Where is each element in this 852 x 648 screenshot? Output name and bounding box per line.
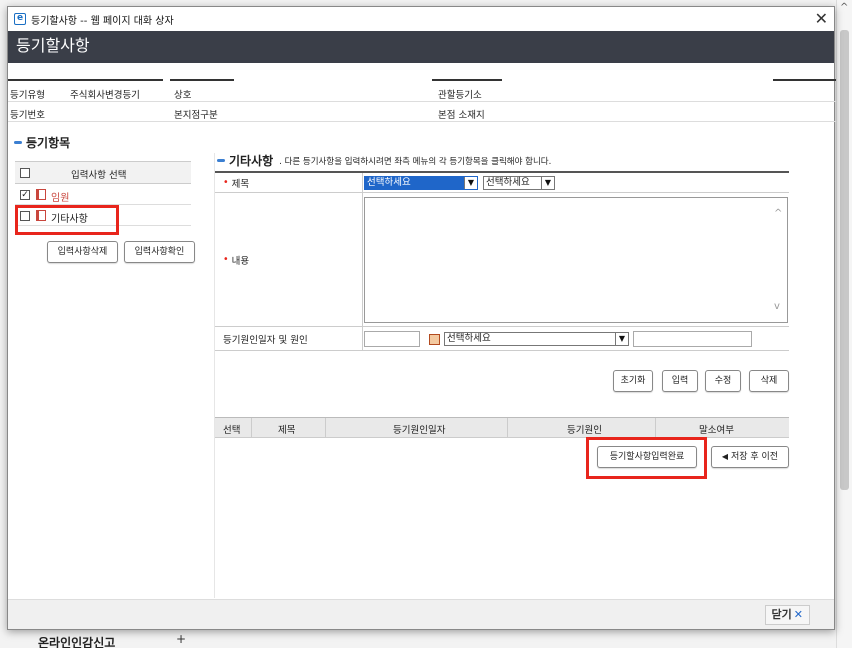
section-title-text: 등기항목 — [26, 136, 71, 150]
content-row: • 내용 ^ v — [215, 193, 789, 327]
page-title: 등기할사항 — [16, 36, 90, 55]
scroll-thumb[interactable] — [840, 30, 849, 490]
divider — [8, 79, 163, 81]
divider — [325, 418, 326, 438]
save-prev-button[interactable]: ◀ 저장 후 이전 — [711, 446, 789, 468]
field-label: 등기원인일자 및 원인 — [215, 327, 363, 350]
cause-select[interactable]: 선택하세요 ▼ — [444, 332, 629, 346]
divider — [655, 418, 656, 438]
result-grid-header: 선택 제목 등기원인일자 등기원인 말소여부 — [215, 417, 789, 438]
info-label: 본지점구분 — [174, 110, 218, 121]
background-menu-item[interactable]: 온라인인감신고 — [38, 634, 115, 648]
info-row: 등기번호 본지점구분 본점 소재지 — [8, 102, 836, 122]
chevron-down-icon[interactable]: ▼ — [541, 177, 554, 189]
content-textarea[interactable]: ^ v — [364, 197, 788, 323]
column-header: 제목 — [278, 425, 296, 436]
close-button[interactable]: 닫기 ✕ — [764, 605, 810, 625]
column-header: 등기원인 — [567, 425, 602, 436]
save-prev-label: 저장 후 이전 — [730, 452, 779, 462]
calendar-icon[interactable] — [429, 334, 440, 345]
registration-info: 등기유형 주식회사변경등기 상호 관할등기소 등기번호 본지점구분 본점 소재지 — [8, 79, 836, 122]
divider — [773, 79, 836, 81]
info-label: 등기유형 — [10, 90, 45, 101]
section-title-text: 기타사항 — [229, 154, 274, 168]
info-row: 등기유형 주식회사변경등기 상호 관할등기소 — [8, 82, 836, 102]
delete-button[interactable]: 삭제 — [749, 370, 789, 392]
left-panel: 등기항목 입력사항 선택 ✓ 임원 기타사항 입력사항삭제 입력사항확인 — [8, 133, 213, 598]
info-label: 관할등기소 — [438, 90, 482, 101]
cause-date-input[interactable] — [364, 331, 420, 347]
cause-row: 등기원인일자 및 원인 선택하세요 ▼ — [215, 327, 789, 351]
title-row: • 제목 선택하세요 ▼ 선택하세요 ▼ — [215, 171, 789, 193]
scroll-up-icon[interactable]: ^ — [840, 2, 848, 13]
close-icon: ✕ — [793, 608, 803, 621]
plus-icon[interactable]: + — [176, 632, 186, 646]
document-icon — [36, 189, 46, 200]
close-icon[interactable]: ✕ — [815, 9, 828, 28]
table-header: 입력사항 선택 — [15, 162, 191, 184]
list-item[interactable]: ✓ 임원 — [15, 184, 191, 205]
info-label: 본점 소재지 — [438, 110, 485, 121]
divider — [170, 79, 234, 81]
dialog-window: e 등기할사항 -- 웹 페이지 대화 상자 ✕ 등기할사항 등기유형 주식회사… — [7, 6, 836, 630]
divider — [507, 418, 508, 438]
chevron-down-icon[interactable]: ▼ — [615, 333, 628, 345]
dialog-footer: 닫기 ✕ — [8, 599, 834, 629]
window-title: 등기할사항 -- 웹 페이지 대화 상자 — [31, 15, 174, 27]
title-select-primary[interactable]: 선택하세요 ▼ — [364, 176, 478, 190]
column-header: 등기원인일자 — [393, 425, 446, 436]
field-label: • 제목 — [215, 173, 363, 192]
section-title: 등기항목 — [14, 134, 70, 151]
edit-button[interactable]: 수정 — [705, 370, 741, 392]
item-checkbox[interactable]: ✓ — [20, 190, 30, 200]
window-titlebar: e 등기할사항 -- 웹 페이지 대화 상자 ✕ — [8, 7, 834, 31]
field-label: • 내용 — [215, 193, 363, 326]
select-all-checkbox[interactable] — [20, 168, 30, 178]
divider — [432, 79, 502, 81]
column-header: 선택 — [223, 425, 241, 436]
info-label: 상호 — [174, 90, 192, 101]
ie-icon: e — [14, 13, 26, 25]
list-item-label[interactable]: 임원 — [51, 189, 69, 204]
instruction-text: . 다른 등기사항을 입력하시려면 좌측 메뉴의 각 등기항목을 클릭해야 합니… — [279, 156, 552, 167]
bullet-icon — [217, 159, 225, 162]
textarea-scrollbar[interactable]: ^ v — [771, 198, 787, 322]
highlight-box — [15, 205, 119, 235]
input-button[interactable]: 입력 — [662, 370, 698, 392]
reset-button[interactable]: 초기화 — [613, 370, 653, 392]
right-panel: 기타사항 . 다른 등기사항을 입력하시려면 좌측 메뉴의 각 등기항목을 클릭… — [214, 153, 836, 598]
chevron-up-icon[interactable]: ^ — [774, 208, 782, 219]
bullet-icon — [14, 141, 22, 144]
page-scrollbar[interactable]: ^ — [836, 0, 852, 648]
section-title: 기타사항 . 다른 등기사항을 입력하시려면 좌측 메뉴의 각 등기항목을 클릭… — [217, 152, 551, 169]
chevron-down-icon[interactable]: v — [774, 301, 780, 312]
chevron-down-icon[interactable]: ▼ — [464, 177, 477, 189]
divider — [251, 418, 252, 438]
column-header: 입력사항 선택 — [71, 170, 127, 181]
title-select-secondary[interactable]: 선택하세요 ▼ — [483, 176, 555, 190]
confirm-items-button[interactable]: 입력사항확인 — [124, 241, 195, 263]
highlight-box — [586, 437, 707, 479]
close-label: 닫기 — [771, 608, 792, 621]
arrow-left-circle-icon: ◀ — [721, 452, 729, 461]
cause-text-input[interactable] — [633, 331, 752, 347]
delete-items-button[interactable]: 입력사항삭제 — [47, 241, 118, 263]
info-label: 등기번호 — [10, 110, 45, 121]
page-header: 등기할사항 — [8, 31, 834, 63]
info-value: 주식회사변경등기 — [70, 90, 140, 101]
column-header: 말소여부 — [699, 425, 734, 436]
